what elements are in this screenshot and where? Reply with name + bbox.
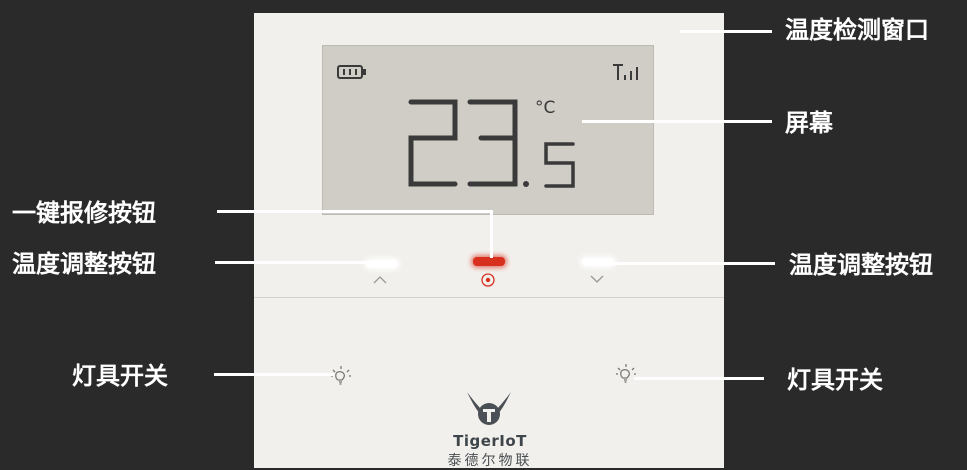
callout-line-temp-right (612, 262, 775, 265)
temp-up-button[interactable] (366, 260, 398, 268)
light-bulb-icon-left[interactable] (330, 365, 352, 387)
callout-line-repair-h (217, 210, 493, 213)
temp-down-button[interactable] (582, 258, 614, 266)
tiger-logo-icon (467, 392, 511, 425)
temperature-unit: °C (535, 98, 555, 118)
panel-divider (254, 297, 724, 298)
repair-button[interactable] (473, 257, 505, 266)
digit-5 (544, 142, 575, 188)
callout-line-light-left (214, 373, 334, 376)
callout-line-screen (582, 120, 772, 123)
callout-line-temp-left (215, 261, 370, 264)
label-temp-adjust-right: 温度调整按钮 (789, 251, 933, 279)
label-light-left: 灯具开关 (72, 362, 168, 390)
repair-indicator-icon (481, 273, 495, 287)
battery-icon (337, 65, 366, 79)
callout-line-repair-v (490, 210, 493, 258)
label-temp-window: 温度检测窗口 (785, 16, 929, 44)
chevron-down-icon (590, 275, 604, 283)
brand-name-cn: 泰德尔物联 (447, 453, 533, 469)
label-screen: 屏幕 (785, 109, 833, 137)
lcd-graphics: °C (337, 64, 638, 188)
digit-3 (467, 99, 518, 187)
callout-line-temp-window (680, 30, 772, 33)
chevron-up-icon (373, 276, 387, 284)
light-bulb-icon-right[interactable] (615, 363, 637, 385)
decimal-point (523, 181, 529, 187)
brand-name: TigerIoT (453, 432, 527, 450)
signal-icon (613, 64, 638, 80)
lcd-screen: °C (322, 45, 654, 215)
digit-2 (408, 99, 458, 187)
callout-line-light-right (634, 377, 764, 380)
label-light-right: 灯具开关 (787, 366, 883, 394)
label-temp-adjust-left: 温度调整按钮 (12, 250, 156, 278)
label-repair-button: 一键报修按钮 (12, 199, 156, 227)
